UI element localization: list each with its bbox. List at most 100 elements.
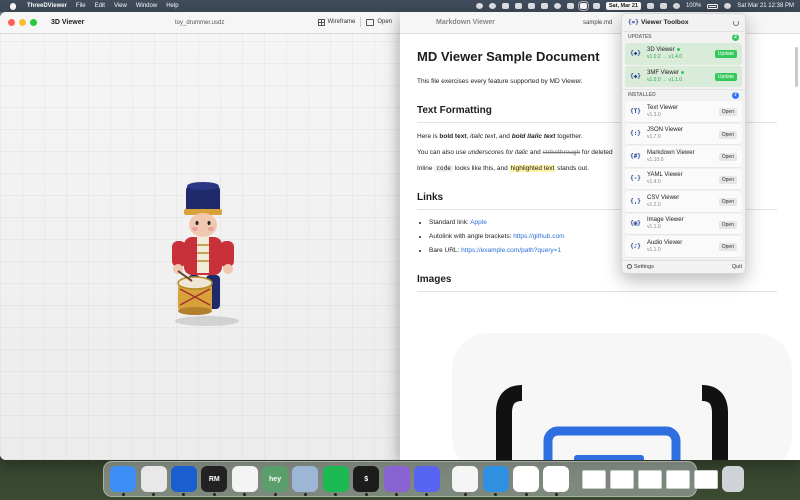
installed-row-yaml-viewer[interactable]: {-} YAML Viewer v1.4.0 Open xyxy=(625,168,742,190)
text: , and xyxy=(495,133,512,140)
zoom-window-button[interactable] xyxy=(30,19,37,26)
dock: RM hey $ xyxy=(103,461,744,497)
open-button[interactable]: Open xyxy=(718,175,737,184)
toy-drummer-model[interactable] xyxy=(162,179,252,329)
status-icon-2[interactable] xyxy=(488,3,496,9)
status-icon-7[interactable] xyxy=(553,3,561,9)
update-row-3d-viewer[interactable]: {◆} 3D Viewer v1.0.2 → v1.4.0 Update xyxy=(625,43,742,65)
toolbox-icon[interactable] xyxy=(513,466,540,496)
viewer-icon: {◆} xyxy=(630,50,641,58)
status-icon-5[interactable] xyxy=(527,3,535,9)
arc-icon[interactable] xyxy=(383,466,410,496)
open-button[interactable]: Open xyxy=(366,18,392,26)
running-indicator xyxy=(395,493,399,496)
trash-icon[interactable] xyxy=(721,466,744,492)
spotify-icon[interactable] xyxy=(322,466,349,496)
link-label: Bare URL: xyxy=(429,247,462,254)
1password-icon[interactable] xyxy=(170,466,197,496)
terminal-icon[interactable]: $ xyxy=(353,466,380,496)
running-indicator xyxy=(212,493,216,496)
installed-row-text-viewer[interactable]: {T} Text Viewer v1.3.0 Open xyxy=(625,101,742,123)
status-icon-10[interactable] xyxy=(646,3,654,9)
update-button[interactable]: Update xyxy=(714,50,737,58)
slack-icon[interactable] xyxy=(231,466,258,496)
open-button[interactable]: Open xyxy=(718,130,737,139)
link[interactable]: Apple xyxy=(470,219,487,226)
status-icon-6[interactable] xyxy=(540,3,548,9)
status-icon-8[interactable] xyxy=(566,3,574,9)
wifi-icon[interactable] xyxy=(672,3,680,9)
open-button[interactable]: Open xyxy=(718,153,737,161)
text-viewer-icon: {T} xyxy=(630,107,641,115)
dock-apps: RM hey $ xyxy=(108,466,442,496)
open-label: Open xyxy=(377,19,392,25)
refresh-icon[interactable] xyxy=(733,19,739,26)
update-button[interactable]: Update xyxy=(714,72,737,81)
minimize-window-button[interactable] xyxy=(19,19,26,26)
json-viewer-icon: {:} xyxy=(630,130,641,138)
toolbox-footer: Settings Quit xyxy=(622,260,745,273)
status-icon-11[interactable] xyxy=(659,3,667,9)
installed-row-json-viewer[interactable]: {:} JSON Viewer v1.7.0 Open xyxy=(625,123,742,145)
battery-icon[interactable] xyxy=(707,3,719,9)
link-label: Autolink with angle brackets: xyxy=(429,233,514,240)
minimized-window-thumbnail[interactable] xyxy=(609,469,634,489)
markdown-viewer-icon[interactable] xyxy=(482,466,509,496)
open-button[interactable]: Open xyxy=(718,198,737,206)
close-window-button[interactable] xyxy=(8,19,15,26)
settings-button[interactable]: Settings xyxy=(627,264,654,270)
braces-logo-icon: {=} xyxy=(628,18,639,26)
rubymine-icon[interactable]: RM xyxy=(201,466,228,496)
toolbox-title: Viewer Toolbox xyxy=(641,19,689,26)
status-icon-9[interactable] xyxy=(592,3,600,9)
menu-view[interactable]: View xyxy=(114,3,127,9)
status-icon-3[interactable] xyxy=(501,3,509,9)
status-icon-1[interactable] xyxy=(475,3,483,9)
wireframe-button[interactable]: Wireframe xyxy=(317,18,355,26)
open-button[interactable]: Open xyxy=(718,243,737,251)
minimized-window-thumbnail[interactable] xyxy=(693,469,718,489)
minimized-window-thumbnail[interactable] xyxy=(665,469,690,489)
installed-row-csv-viewer[interactable]: {,} CSV Viewer v1.2.0 Open xyxy=(625,191,742,213)
3d-viewport[interactable] xyxy=(0,34,400,460)
installed-row-image-viewer[interactable]: {▣} Image Viewer v1.1.0 Open xyxy=(625,213,742,235)
menu-help[interactable]: Help xyxy=(166,3,178,9)
menu-app-name[interactable]: ThreeDViewer xyxy=(27,3,67,9)
open-button[interactable]: Open xyxy=(718,108,737,116)
bold-italic-text: bold italic text xyxy=(511,133,556,140)
update-row-3mf-viewer[interactable]: {◆} 3MF Viewer v1.0.0 → v1.1.0 Update xyxy=(625,65,742,87)
settings-label: Settings xyxy=(634,264,654,270)
chrome-icon[interactable] xyxy=(140,466,167,496)
minimized-window-thumbnail[interactable] xyxy=(581,469,606,489)
control-center-icon[interactable] xyxy=(724,3,732,9)
link[interactable]: https://github.com xyxy=(513,233,564,240)
finder-icon[interactable] xyxy=(110,466,137,496)
running-indicator xyxy=(425,493,429,496)
link[interactable]: https://example.com/path?query=1 xyxy=(461,247,561,254)
menu-edit[interactable]: Edit xyxy=(95,3,105,9)
csv-viewer-icon: {,} xyxy=(630,197,641,205)
chatgpt-icon[interactable] xyxy=(452,466,479,496)
status-icon-4[interactable] xyxy=(514,3,522,9)
text: Here is xyxy=(417,133,440,140)
installed-row-audio-viewer[interactable]: {♪} Audio Viewer v1.1.0 Open xyxy=(625,236,742,258)
menu-window[interactable]: Window xyxy=(136,3,157,9)
viewer-toolbox-menubar-icon[interactable] xyxy=(577,1,589,11)
battery-percent: 100% xyxy=(685,3,702,9)
apple-menu-icon[interactable] xyxy=(10,2,16,10)
markdown-viewer-icon: {#} xyxy=(630,152,641,160)
clock[interactable]: Sat Mar 21 12:38 PM xyxy=(737,3,794,9)
minimized-window-thumbnail[interactable] xyxy=(637,469,662,489)
scrollbar[interactable] xyxy=(795,47,798,87)
strikethrough-text: strikethrough xyxy=(542,149,581,156)
preview-icon[interactable] xyxy=(292,466,319,496)
menu-file[interactable]: File xyxy=(76,3,86,9)
quit-button[interactable]: Quit xyxy=(732,264,742,270)
discord-icon[interactable] xyxy=(413,466,440,496)
3d-viewer-icon[interactable] xyxy=(543,466,570,496)
hey-icon[interactable]: hey xyxy=(262,466,289,496)
date-badge[interactable]: Sat, Mar 21 xyxy=(605,2,641,10)
installed-row-markdown-viewer[interactable]: {#} Markdown Viewer v1.10.0 Open xyxy=(625,146,742,168)
open-button[interactable]: Open xyxy=(718,220,737,229)
app-logo-image xyxy=(496,385,728,460)
